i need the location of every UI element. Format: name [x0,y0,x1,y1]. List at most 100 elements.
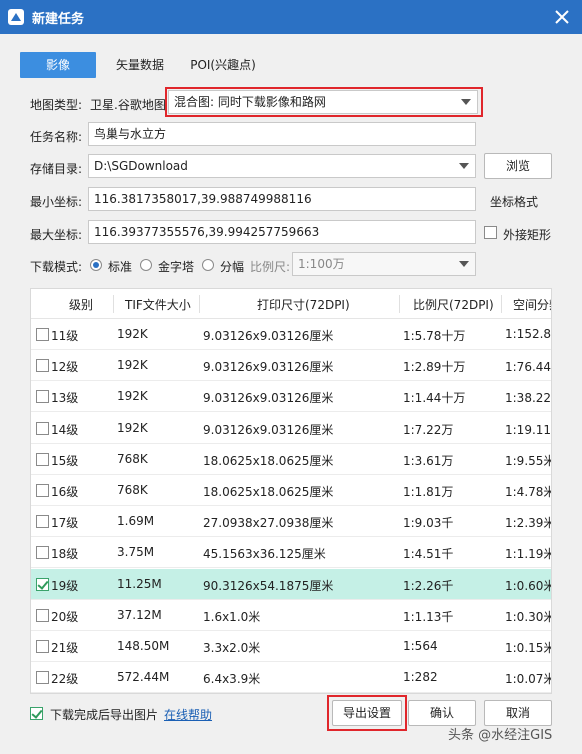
col-header-tif-size: TIF文件大小 [125,298,191,312]
online-help-link[interactable]: 在线帮助 [164,706,212,723]
cell-tif-size: 148.50M [117,639,170,653]
cell-tif-size: 768K [117,451,148,466]
storage-dir-label: 存储目录: [30,162,83,176]
row-checkbox[interactable] [36,546,49,560]
table-row[interactable]: 19级 11.25M 90.3126x54.1875厘米 1:2.26千 1:0.60米 [31,568,552,600]
bounding-rect-label: 外接矩形 [503,228,552,242]
row-checkbox[interactable] [36,608,49,622]
row-checkbox[interactable] [36,484,49,497]
task-name-input[interactable]: 鸟巢与水立方 [88,122,476,146]
row-checkbox[interactable] [36,452,49,466]
cell-print-size: 9.03126x9.03126厘米 [203,329,334,343]
min-coord-label: 最小坐标: [30,195,83,209]
close-icon[interactable] [552,7,572,27]
mode-standard-label: 标准 [108,260,133,274]
cell-scale: 1:1.81万 [403,485,454,499]
level-table: 级别 TIF文件大小 打印尺寸(72DPI) 比例尺(72DPI) 空间分辨 1… [30,288,552,694]
cell-print-size: 1.6x1.0米 [203,609,261,624]
window-title: 新建任务 [32,12,85,27]
table-row[interactable]: 16级 768K 18.0625x18.0625厘米 1:1.81万 1:4.78米 [31,475,551,506]
cell-scale: 1:564 [403,639,438,653]
chevron-down-icon [459,163,469,169]
cell-level: 22级 [51,672,79,687]
col-header-level: 级别 [69,298,94,312]
cell-level: 20级 [51,609,79,624]
cell-print-size: 18.0625x18.0625厘米 [203,453,334,468]
cell-tif-size: 192K [117,420,148,435]
cell-print-size: 9.03126x9.03126厘米 [203,360,334,375]
table-row[interactable]: 21级 148.50M 3.3x2.0米 1:564 1:0.15米 [31,631,551,662]
table-row[interactable]: 17级 1.69M 27.0938x27.0938厘米 1:9.03千 1:2.39米 [31,506,552,538]
cell-tif-size: 192K [117,327,148,341]
row-checkbox[interactable] [36,671,49,685]
title-bar: 新建任务 [0,0,582,34]
cell-print-size: 27.0938x27.0938厘米 [203,516,334,531]
column-divider [399,295,400,313]
table-row[interactable]: 22级 572.44M 6.4x3.9米 1:282 1:0.07米 [31,662,552,693]
cell-scale: 1:7.22万 [403,422,454,437]
storage-dir-select[interactable]: D:\SGDownload [88,154,476,178]
task-name-value: 鸟巢与水立方 [94,127,167,141]
table-row[interactable]: 13级 192K 9.03126x9.03126厘米 1:1.44十万 1:38.22米 [31,381,552,413]
cell-resolution: 1:38.22米 [505,391,552,406]
row-checkbox[interactable] [36,640,49,653]
cell-resolution: 1:2.39米 [505,516,552,531]
column-divider [113,295,114,313]
cell-level: 21级 [51,641,79,655]
table-row[interactable]: 20级 37.12M 1.6x1.0米 1:1.13千 1:0.30米 [31,600,551,631]
tab-imagery[interactable]: 影像 [20,52,96,78]
cell-print-size: 18.0625x18.0625厘米 [203,485,334,499]
cell-resolution: 1:19.11米 [505,422,552,437]
cell-resolution: 1:0.07米 [505,672,552,687]
cell-resolution: 1:1.19米 [505,547,552,562]
bounding-rect-checkbox[interactable] [484,226,497,239]
table-row[interactable]: 14级 192K 9.03126x9.03126厘米 1:7.22万 1:19.11米 [31,413,552,444]
mode-standard-radio[interactable] [90,259,102,271]
scale-label: 比例尺: [250,260,291,274]
mode-pyramid-radio[interactable] [140,259,152,271]
min-coord-value: 116.3817358017,39.988749988116 [94,192,312,206]
scale-select[interactable]: 1:100万 [292,252,476,276]
cell-level: 14级 [51,422,79,437]
cell-tif-size: 192K [117,389,148,404]
cell-scale: 1:282 [403,670,438,685]
browse-button[interactable]: 浏览 [484,153,552,179]
table-row[interactable]: 18级 3.75M 45.1563x36.125厘米 1:4.51千 1:1.19米 [31,537,552,569]
cell-tif-size: 192K [117,358,148,373]
cell-resolution: 1:76.44米 [505,360,552,375]
max-coord-input[interactable]: 116.39377355576,39.994257759663 [88,220,476,244]
export-after-download-checkbox[interactable] [30,707,43,720]
row-checkbox[interactable] [36,577,49,591]
mode-tile-radio[interactable] [202,259,214,271]
cancel-button[interactable]: 取消 [484,700,552,726]
col-header-print-size: 打印尺寸(72DPI) [257,298,350,312]
cell-resolution: 1:152.87 [505,327,552,341]
cell-print-size: 9.03126x9.03126厘米 [203,391,334,406]
row-checkbox[interactable] [36,359,49,373]
cell-resolution: 1:9.55米 [505,453,552,468]
max-coord-value: 116.39377355576,39.994257759663 [94,225,320,239]
cell-print-size: 3.3x2.0米 [203,641,261,655]
table-row[interactable]: 15级 768K 18.0625x18.0625厘米 1:3.61万 1:9.55米 [31,444,552,475]
cell-tif-size: 768K [117,483,148,497]
table-row[interactable]: 11级 192K 9.03126x9.03126厘米 1:5.78十万 1:152.87 [31,319,552,350]
row-checkbox[interactable] [36,515,49,529]
confirm-button[interactable]: 确认 [408,700,476,726]
tab-poi[interactable]: POI(兴趣点) [184,52,262,78]
cell-resolution: 1:0.60米 [505,578,552,593]
cell-level: 16级 [51,485,79,499]
cell-scale: 1:4.51千 [403,547,454,562]
tab-vector-data[interactable]: 矢量数据 [108,52,172,78]
table-row[interactable]: 12级 192K 9.03126x9.03126厘米 1:2.89十万 1:76.44米 [31,350,552,382]
row-checkbox[interactable] [36,328,49,341]
highlight-box-map-type [165,87,483,117]
cell-tif-size: 37.12M [117,607,162,622]
row-checkbox[interactable] [36,390,49,404]
min-coord-input[interactable]: 116.3817358017,39.988749988116 [88,187,476,211]
coord-format-link[interactable]: 坐标格式 [490,193,538,210]
mode-pyramid-label: 金字塔 [158,260,195,274]
download-mode-label: 下载模式: [30,260,83,274]
row-checkbox[interactable] [36,421,49,435]
chevron-down-icon [459,261,469,267]
cell-scale: 1:3.61万 [403,453,454,468]
